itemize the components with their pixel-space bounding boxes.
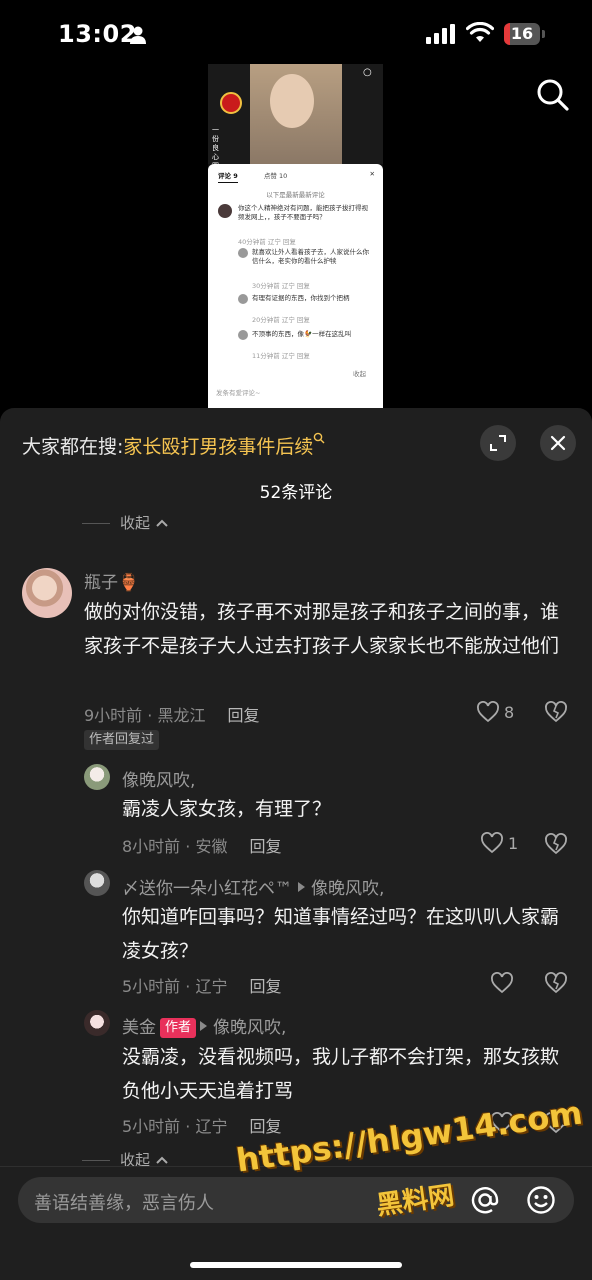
- reply-meta: 8小时前 · 安徽 回复: [122, 833, 281, 857]
- preview-tab-likes: 点赞 10: [263, 172, 288, 180]
- reply-button[interactable]: 回复: [227, 706, 259, 725]
- collapse-label: 收起: [120, 514, 151, 532]
- preview-comment-sheet: 评论 9 点赞 10 ✕ 以下是最新最新评论 你这个人精神绝对有问题，能把孩子拔…: [208, 164, 383, 409]
- author-tag: 作者: [160, 1018, 197, 1038]
- reply-username-line: 美金 作者 像晚风吹,: [122, 1013, 286, 1038]
- chevron-up-icon: [156, 1156, 168, 1164]
- like-count: 1: [508, 833, 519, 853]
- preview-avatar: [218, 204, 232, 218]
- like-count: 8: [504, 702, 515, 722]
- reply-button[interactable]: 回复: [249, 837, 281, 856]
- heart-icon[interactable]: [490, 972, 514, 994]
- preview-comment: 不顶事的东西，像🐓一样在这乱叫: [252, 330, 352, 338]
- dislike-icon[interactable]: [544, 971, 568, 995]
- preview-comment-meta: 11分钟前 辽宁 回复: [252, 352, 310, 360]
- status-time: 13:02: [58, 20, 137, 48]
- signal-icon: [426, 24, 455, 44]
- emoji-icon[interactable]: [526, 1185, 556, 1215]
- avatar[interactable]: [84, 870, 110, 896]
- comment-count: 52条评论: [259, 483, 333, 503]
- person-icon: [130, 26, 146, 44]
- reply-to-username[interactable]: 像晚风吹,: [213, 1018, 286, 1038]
- expand-button[interactable]: [480, 425, 516, 461]
- preview-close-icon: ✕: [369, 170, 375, 178]
- search-icon: [314, 432, 325, 444]
- reply-arrow-icon: [200, 1021, 208, 1031]
- reply-button[interactable]: 回复: [249, 977, 281, 996]
- preview-comment-meta: 30分钟前 辽宁 回复: [252, 282, 310, 290]
- avatar[interactable]: [22, 568, 72, 618]
- close-button[interactable]: [540, 425, 576, 461]
- reply-text: 霸凌人家女孩，有理了？: [122, 798, 332, 820]
- preview-search-icon: ○: [363, 67, 372, 78]
- status-bar: 13:02 16: [0, 0, 592, 70]
- preview-tab-comments: 评论 9: [218, 170, 238, 183]
- reply-text: 没霸凌，没看视频吗，我儿子都不会打架，那女孩欺负他小天天追着打骂: [122, 1046, 560, 1102]
- chevron-up-icon: [156, 519, 168, 527]
- reply-username[interactable]: 像晚风吹,: [122, 766, 195, 791]
- preview-badge-icon: [220, 92, 242, 114]
- preview-input: 发条有爱评论~: [216, 389, 261, 397]
- preview-comment-meta: 20分钟前 辽宁 回复: [252, 316, 310, 324]
- dislike-icon[interactable]: [544, 700, 568, 724]
- heart-icon: [481, 832, 503, 854]
- search-icon[interactable]: [536, 78, 570, 112]
- comment-text: 做的对你没错，孩子再不对那是孩子和孩子之间的事，谁家孩子不是孩子大人过去打孩子人…: [84, 601, 560, 657]
- trending-search-prefix: 大家都在搜:: [22, 436, 124, 458]
- comment-input-placeholder: 善语结善缘，恶言伤人: [34, 1193, 214, 1214]
- reply-username[interactable]: 美金: [122, 1018, 156, 1038]
- preview-comment: 有理有证据的东西，你找到个把柄: [252, 294, 350, 302]
- reply-time-location: 8小时前 · 安徽: [122, 837, 228, 856]
- reply-username[interactable]: 〆送你一朵小红花ペ™: [122, 879, 292, 899]
- close-icon: [550, 435, 566, 451]
- preview-avatar: [238, 294, 248, 304]
- like-button[interactable]: 1: [480, 832, 518, 854]
- wifi-icon: [466, 22, 494, 42]
- preview-hint: 以下是最新最新评论: [266, 191, 325, 199]
- comment-username[interactable]: 瓶子🏺: [84, 568, 139, 593]
- reply-time-location: 5小时前 · 辽宁: [122, 977, 228, 996]
- battery-icon: 16: [504, 23, 546, 45]
- comment-meta: 9小时前 · 黑龙江 回复: [84, 702, 259, 726]
- reply-meta: 5小时前 · 辽宁 回复: [122, 1113, 281, 1137]
- author-replied-badge: 作者回复过: [84, 730, 160, 750]
- dislike-icon[interactable]: [544, 832, 568, 856]
- home-indicator: [190, 1262, 402, 1268]
- trending-search[interactable]: 大家都在搜:家长殴打男孩事件后续: [22, 432, 325, 459]
- preview-comment: 就喜欢让外人看着孩子去，人家说什么你信什么，老实你的看什么护犊: [252, 248, 369, 265]
- trending-search-keyword[interactable]: 家长殴打男孩事件后续: [123, 436, 313, 458]
- avatar[interactable]: [84, 764, 110, 790]
- video-preview[interactable]: 一份良心图 ○ 评论 9 点赞 10 ✕ 以下是最新最新评论 你这个人精神绝对有…: [208, 64, 383, 409]
- preview-comment-meta: 40分钟前 辽宁 回复: [238, 238, 296, 246]
- battery-percent: 16: [510, 24, 534, 43]
- reply-time-location: 5小时前 · 辽宁: [122, 1117, 228, 1136]
- reply-text: 你知道咋回事吗？知道事情经过吗？在这叭叭人家霸凌女孩？: [122, 906, 560, 962]
- like-button[interactable]: 8: [476, 701, 514, 723]
- preview-video-frame: 一份良心图 ○: [208, 64, 383, 170]
- preview-comment: 你这个人精神绝对有问题，能把孩子拔打得视频发网上，，孩子不要面子吗？: [238, 204, 368, 221]
- collapse-button[interactable]: 收起: [82, 1149, 169, 1171]
- preview-avatar: [238, 330, 248, 340]
- preview-collapse: 收起: [353, 370, 366, 378]
- reply-button[interactable]: 回复: [249, 1117, 281, 1136]
- comment-time-location: 9小时前 · 黑龙江: [84, 706, 206, 725]
- preview-avatar: [238, 248, 248, 258]
- mention-icon[interactable]: [470, 1185, 500, 1215]
- expand-icon: [490, 435, 506, 451]
- collapse-button[interactable]: 收起: [82, 512, 169, 534]
- reply-to-username[interactable]: 像晚风吹,: [311, 879, 384, 899]
- avatar[interactable]: [84, 1010, 110, 1036]
- reply-meta: 5小时前 · 辽宁 回复: [122, 973, 281, 997]
- heart-icon: [477, 701, 499, 723]
- reply-username-line: 〆送你一朵小红花ペ™ 像晚风吹,: [122, 874, 384, 899]
- reply-arrow-icon: [298, 882, 305, 892]
